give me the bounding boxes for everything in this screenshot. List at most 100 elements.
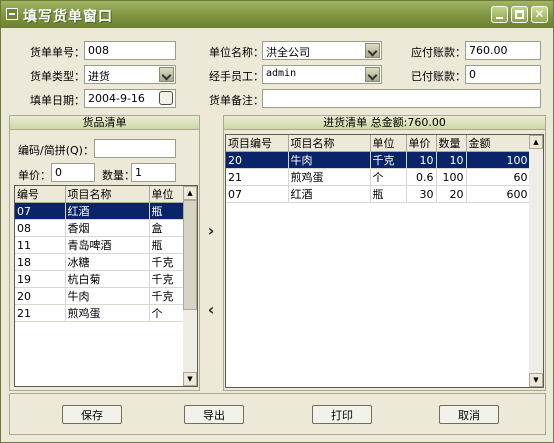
scroll-up-icon[interactable]: ▲	[529, 135, 543, 149]
purchase-col-amount[interactable]: 金额	[466, 135, 531, 152]
save-button[interactable]: 保存	[62, 405, 122, 424]
print-button[interactable]: 打印	[312, 405, 372, 424]
purchase-col-qty[interactable]: 数量	[436, 135, 467, 152]
export-button[interactable]: 导出	[184, 405, 244, 424]
purchase-table[interactable]: 项目编号 项目名称 单位 单价 数量 金额 20 牛肉 千克 10 10 100 21 煎鸡…	[225, 134, 544, 388]
purchase-col-code[interactable]: 项目编号	[226, 135, 289, 152]
cell: 杭白菊	[65, 270, 150, 288]
cell: 煎鸡蛋	[65, 304, 150, 322]
goods-panel-title: 货品清单	[10, 116, 199, 130]
price-label: 单价：	[18, 169, 51, 182]
date-value: 2004-9-16	[88, 92, 145, 105]
cell: 20	[436, 185, 467, 203]
cell: 20	[226, 151, 289, 169]
cell: 瓶	[149, 236, 186, 254]
goods-scrollbar[interactable]: ▲ ▼	[183, 186, 197, 386]
cell: 07	[15, 202, 66, 220]
table-row[interactable]: 21 煎鸡蛋个	[15, 304, 186, 322]
goods-col-unit[interactable]: 单位	[149, 186, 186, 203]
cell: 20	[15, 287, 66, 305]
close-icon: ✕	[534, 7, 545, 21]
handler-select[interactable]: admin	[262, 65, 382, 84]
remove-item-button[interactable]: ‹	[202, 301, 220, 319]
table-row[interactable]: 07 红酒瓶	[15, 202, 186, 220]
cell: 煎鸡蛋	[288, 168, 371, 186]
cell: 0.6	[406, 168, 437, 186]
scroll-down-icon[interactable]: ▼	[529, 373, 543, 387]
cell: 青岛啤酒	[65, 236, 150, 254]
close-button[interactable]: ✕	[531, 6, 548, 23]
cell: 千克	[149, 270, 186, 288]
payable-label: 应付账款：	[411, 46, 466, 59]
cell: 21	[226, 168, 289, 186]
table-row[interactable]: 08 香烟盒	[15, 219, 186, 237]
remark-label: 货单备注：	[209, 94, 264, 107]
window-icon	[6, 8, 18, 20]
purchase-col-unit[interactable]: 单位	[370, 135, 407, 152]
order-no-field[interactable]: 008	[84, 41, 176, 60]
cell: 牛肉	[65, 287, 150, 305]
cell: 瓶	[370, 185, 407, 203]
paid-field[interactable]: 0	[465, 65, 541, 84]
cell: 个	[370, 168, 407, 186]
window-title: 填写货单窗口	[23, 9, 113, 25]
chevron-down-icon[interactable]	[365, 67, 380, 82]
cell: 千克	[370, 151, 407, 169]
cell: 红酒	[288, 185, 371, 203]
scroll-up-icon[interactable]: ▲	[183, 186, 197, 200]
goods-col-code[interactable]: 编号	[15, 186, 66, 203]
cell: 盒	[149, 219, 186, 237]
handler-value: admin	[266, 68, 297, 79]
maximize-icon	[515, 10, 524, 19]
purchase-scrollbar[interactable]: ▲ ▼	[529, 135, 543, 387]
unit-value: 洪全公司	[266, 46, 310, 59]
cell: 07	[226, 185, 289, 203]
chevron-down-icon[interactable]	[159, 67, 174, 82]
qty-input[interactable]: 1	[131, 163, 176, 182]
order-no-label: 货单单号：	[30, 46, 85, 59]
remark-field[interactable]	[262, 89, 541, 108]
code-input[interactable]	[94, 139, 176, 158]
cell: 100	[436, 168, 467, 186]
purchase-col-price[interactable]: 单价	[406, 135, 437, 152]
purchase-panel-title: 进货清单 总金额:760.00	[224, 116, 545, 130]
cell: 千克	[149, 287, 186, 305]
title-bar[interactable]: 填写货单窗口 ✕	[1, 1, 553, 28]
table-row[interactable]: 18 冰糖 千克	[15, 253, 186, 271]
cell: 100	[466, 151, 531, 169]
maximize-button[interactable]	[511, 6, 528, 23]
code-label: 编码/简拼(Q)：	[18, 144, 94, 157]
cell: 600	[466, 185, 531, 203]
cell: 30	[406, 185, 437, 203]
table-row[interactable]: 21 煎鸡蛋个 0.6 100 60	[226, 168, 531, 186]
cell: 红酒	[65, 202, 150, 220]
order-window: 填写货单窗口 ✕ 货单单号： 008 单位名称： 洪全公司 应付账款： 760.…	[0, 0, 554, 443]
goods-table[interactable]: 编号 项目名称 单位 07 红酒瓶 08 香烟盒 11 青岛啤酒瓶 18 冰糖 千克 19…	[14, 185, 198, 387]
type-value: 进货	[88, 70, 110, 83]
chevron-down-icon[interactable]	[365, 43, 380, 58]
goods-col-name[interactable]: 项目名称	[65, 186, 150, 203]
cancel-button[interactable]: 取消	[439, 405, 499, 424]
scroll-down-icon[interactable]: ▼	[183, 372, 197, 386]
table-row[interactable]: 07 红酒瓶 30 20 600	[226, 185, 531, 203]
cell: 牛肉	[288, 151, 371, 169]
cell: 个	[149, 304, 186, 322]
cell: 11	[15, 236, 66, 254]
date-field[interactable]: 2004-9-16	[84, 89, 176, 108]
cell: 香烟	[65, 219, 150, 237]
table-row[interactable]: 11 青岛啤酒瓶	[15, 236, 186, 254]
table-row[interactable]: 20 牛肉 千克	[15, 287, 186, 305]
price-input[interactable]: 0	[51, 163, 95, 182]
calendar-icon[interactable]	[159, 91, 173, 105]
purchase-col-name[interactable]: 项目名称	[288, 135, 371, 152]
cell: 10	[436, 151, 467, 169]
add-item-button[interactable]: ›	[202, 222, 220, 240]
scroll-thumb[interactable]	[183, 200, 197, 310]
type-select[interactable]: 进货	[84, 65, 176, 84]
payable-field[interactable]: 760.00	[465, 41, 541, 60]
table-row[interactable]: 19 杭白菊 千克	[15, 270, 186, 288]
table-row[interactable]: 20 牛肉 千克 10 10 100	[226, 151, 531, 169]
cell: 冰糖	[65, 253, 150, 271]
minimize-button[interactable]	[491, 6, 508, 23]
unit-select[interactable]: 洪全公司	[262, 41, 382, 60]
